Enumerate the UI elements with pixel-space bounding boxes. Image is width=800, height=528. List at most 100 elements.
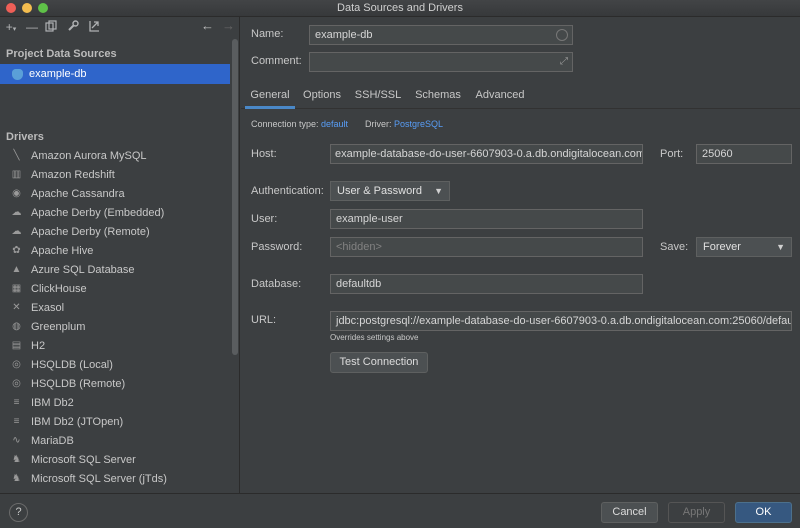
password-label: Password: — [251, 241, 303, 253]
sidebar-driver-label: Amazon Aurora MySQL — [31, 149, 147, 162]
url-input[interactable]: jdbc:postgresql://example-database-do-us… — [330, 311, 792, 331]
redshift-icon: ▥ — [11, 168, 22, 180]
hsqldb-icon: ◎ — [12, 377, 21, 389]
sidebar-driver-item[interactable]: ♞ Microsoft SQL Server — [0, 450, 230, 469]
sidebar-driver-item[interactable]: ▦ ClickHouse — [0, 279, 230, 298]
sidebar-driver-label: Azure SQL Database — [31, 263, 135, 276]
tab-schemas[interactable]: Schemas — [411, 85, 465, 109]
sidebar-driver-item[interactable]: ∿ MariaDB — [0, 431, 230, 450]
sidebar-driver-item[interactable]: ▲ Azure SQL Database — [0, 260, 230, 279]
remove-icon[interactable]: — — [25, 20, 39, 34]
sidebar-toolbar: +▾ — ← → — [0, 17, 239, 39]
sidebar-driver-label: Apache Derby (Remote) — [31, 225, 150, 238]
sidebar-driver-label: Apache Derby (Embedded) — [31, 206, 165, 219]
user-input[interactable]: example-user — [330, 209, 643, 229]
host-input[interactable]: example-database-do-user-6607903-0.a.db.… — [330, 144, 643, 164]
ibm-icon: ≡ — [13, 396, 20, 408]
expand-icon[interactable]: ⤢ — [560, 53, 568, 71]
comment-label: Comment: — [251, 55, 302, 67]
wrench-icon[interactable] — [66, 20, 80, 34]
tab-advanced[interactable]: Advanced — [473, 85, 527, 109]
minimize-window-button[interactable] — [22, 3, 32, 13]
tab-options[interactable]: Options — [301, 85, 343, 109]
clickhouse-icon: ▦ — [11, 282, 22, 294]
sidebar-driver-label: Exasol — [31, 301, 65, 314]
ok-button[interactable]: OK — [735, 502, 792, 523]
drivers-title: Drivers — [6, 131, 44, 143]
connection-type-link[interactable]: default — [321, 119, 348, 129]
save-label: Save: — [660, 241, 689, 253]
comment-input[interactable]: ⤢ — [309, 52, 573, 72]
close-window-button[interactable] — [6, 3, 16, 13]
sidebar-driver-label: IBM Db2 — [31, 396, 74, 409]
sidebar-driver-item[interactable]: ≡ IBM Db2 — [0, 393, 230, 412]
sidebar-driver-item[interactable]: ☁ Apache Derby (Embedded) — [0, 203, 230, 222]
zoom-window-button[interactable] — [38, 3, 48, 13]
authentication-select[interactable]: User & Password ▼ — [330, 181, 450, 201]
authentication-label: Authentication: — [251, 185, 324, 197]
derby-icon: ☁ — [11, 225, 22, 237]
connection-form: Name: example-db Comment: ⤢ General Opti… — [241, 17, 800, 493]
sidebar-driver-label: ClickHouse — [31, 282, 87, 295]
cassandra-icon: ◉ — [12, 187, 21, 199]
derby-icon: ☁ — [11, 206, 22, 218]
sidebar-driver-label: HSQLDB (Local) — [31, 358, 113, 371]
host-label: Host: — [251, 148, 277, 160]
database-input[interactable]: defaultdb — [330, 274, 643, 294]
sidebar-scrollbar[interactable] — [232, 39, 238, 355]
sidebar-driver-label: Apache Cassandra — [31, 187, 125, 200]
test-connection-button[interactable]: Test Connection — [330, 352, 428, 373]
chevron-down-icon: ▼ — [434, 186, 443, 196]
sidebar-driver-item[interactable]: ≡ IBM Db2 (JTOpen) — [0, 412, 230, 431]
sidebar-driver-item[interactable]: ╲ Amazon Aurora MySQL — [0, 146, 230, 165]
tab-ssh-ssl[interactable]: SSH/SSL — [353, 85, 403, 109]
add-icon[interactable]: +▾ — [4, 20, 18, 34]
tab-general[interactable]: General — [245, 85, 295, 109]
sidebar-driver-item[interactable]: ◎ HSQLDB (Remote) — [0, 374, 230, 393]
sidebar-driver-item[interactable]: ✿ Apache Hive — [0, 241, 230, 260]
database-label: Database: — [251, 278, 302, 290]
apply-button[interactable]: Apply — [668, 502, 725, 523]
sidebar: +▾ — ← → Project Data Sources example-db… — [0, 17, 240, 493]
driver-label: Driver: — [365, 119, 392, 129]
ibm-icon: ≡ — [13, 415, 20, 427]
sidebar-driver-label: Greenplum — [31, 320, 86, 333]
color-icon[interactable] — [556, 29, 568, 41]
sidebar-driver-label: Amazon Redshift — [31, 168, 115, 181]
sidebar-driver-label: Apache Hive — [31, 244, 94, 257]
sidebar-driver-item[interactable]: ▤ H2 — [0, 336, 230, 355]
sidebar-driver-label: HSQLDB (Remote) — [31, 377, 126, 390]
forward-arrow-icon[interactable]: → — [222, 19, 235, 33]
sidebar-driver-item[interactable]: ✕ Exasol — [0, 298, 230, 317]
url-label: URL: — [251, 314, 277, 326]
name-input[interactable]: example-db — [309, 25, 573, 45]
sidebar-driver-item[interactable]: ◉ Apache Cassandra — [0, 184, 230, 203]
window-title: Data Sources and Drivers — [337, 2, 463, 14]
sidebar-driver-label: H2 — [31, 339, 46, 352]
project-sources-title: Project Data Sources — [6, 48, 117, 60]
sidebar-driver-item[interactable]: ♞ Microsoft SQL Server (jTds) — [0, 469, 230, 488]
window-controls — [6, 3, 48, 13]
mssql-icon: ♞ — [12, 472, 21, 484]
go-to-icon[interactable] — [87, 20, 101, 34]
sidebar-driver-item[interactable]: ▥ Amazon Redshift — [0, 165, 230, 184]
port-input[interactable]: 25060 — [696, 144, 792, 164]
aurora-icon: ╲ — [13, 149, 20, 161]
driver-link[interactable]: PostgreSQL — [394, 119, 443, 129]
help-button[interactable]: ? — [9, 503, 28, 522]
data-source-item[interactable]: example-db — [0, 64, 230, 84]
name-label: Name: — [251, 28, 284, 40]
cancel-button[interactable]: Cancel — [601, 502, 658, 523]
password-input[interactable]: <hidden> — [330, 237, 643, 257]
url-note: Overrides settings above — [330, 333, 419, 342]
postgres-icon — [12, 68, 23, 80]
mssql-icon: ♞ — [12, 453, 21, 465]
connection-type-label: Connection type: — [251, 119, 319, 129]
sidebar-driver-item[interactable]: ◍ Greenplum — [0, 317, 230, 336]
hive-icon: ✿ — [12, 244, 21, 256]
duplicate-icon[interactable] — [44, 20, 58, 34]
back-arrow-icon[interactable]: ← — [201, 19, 214, 33]
sidebar-driver-item[interactable]: ◎ HSQLDB (Local) — [0, 355, 230, 374]
sidebar-driver-item[interactable]: ☁ Apache Derby (Remote) — [0, 222, 230, 241]
save-select[interactable]: Forever ▼ — [696, 237, 792, 257]
